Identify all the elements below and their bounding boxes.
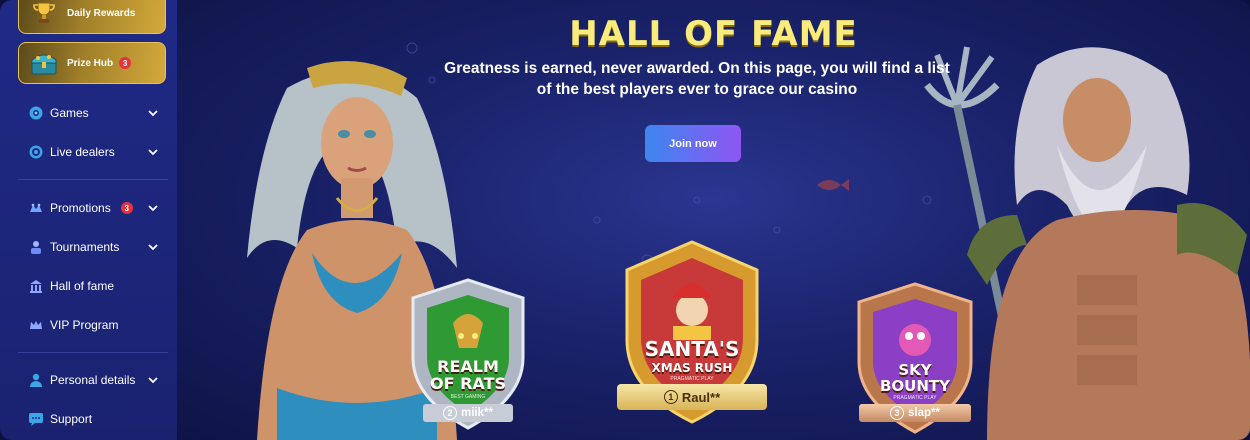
podium-third-place[interactable]: SKY BOUNTY PRAGMATIC PLAY 3 slap** [849,282,981,440]
tournaments-icon [28,239,44,255]
support-icon [28,411,44,427]
daily-rewards-card[interactable]: Daily Rewards [18,0,166,34]
sidebar-item-label: VIP Program [50,318,119,332]
chevron-down-icon[interactable] [146,240,160,254]
hall-of-fame-icon [28,278,44,294]
sidebar-item-hall-of-fame[interactable]: Hall of fame [28,275,160,297]
sidebar-item-label: Promotions [50,201,111,215]
prize-hub-label: Prize Hub [67,57,114,69]
player-name: miik** [461,407,493,419]
rank-number: 2 [443,406,458,420]
promotions-icon [28,200,44,216]
chevron-down-icon[interactable] [146,373,160,387]
game-provider: PRAGMATIC PLAY [670,376,714,382]
chevron-down-icon[interactable] [146,201,160,215]
sidebar-item-games[interactable]: Games [28,102,160,124]
winner-ribbon: 1 Raul** [617,384,767,410]
sidebar-divider [18,352,168,353]
sidebar-item-promotions[interactable]: Promotions 3 [28,197,160,219]
sidebar-item-support[interactable]: Support [28,408,160,430]
player-name: Raul** [681,389,721,405]
page-title: HALL OF FAME [569,14,858,54]
prize-hub-badge: 3 [119,57,132,69]
game-title: REALM OF RATS [430,357,506,393]
sidebar-item-personal-details[interactable]: Personal details [28,369,160,391]
sidebar-item-label: Support [50,412,93,426]
join-now-button[interactable]: Join now [645,125,741,162]
hall-of-fame-banner: HALL OF FAME Greatness is earned, never … [177,0,1250,440]
chevron-down-icon[interactable] [146,106,160,120]
sidebar-divider [18,179,168,180]
winner-ribbon: 3 slap** [859,404,971,422]
promotions-badge: 3 [120,202,133,214]
sidebar-item-label: Tournaments [50,240,120,254]
page-subtitle: Greatness is earned, never awarded. On t… [444,60,950,98]
player-name: slap** [908,407,940,419]
sidebar-item-tournaments[interactable]: Tournaments [28,236,160,258]
sidebar-item-vip-program[interactable]: VIP Program [28,314,160,336]
prize-hub-card[interactable]: Prize Hub 3 [18,42,166,84]
live-dealers-icon [28,144,44,160]
user-icon [28,372,44,388]
game-provider: PRAGMATIC PLAY [893,395,937,401]
podium-second-place[interactable]: REALM OF RATS BEST GAMING 2 miik** [403,278,533,440]
crown-icon [28,317,44,333]
games-icon [28,105,44,121]
sidebar-item-label: Games [50,106,89,120]
sidebar: Daily Rewards Prize Hub 3 Games Live dea… [0,0,177,440]
rank-number: 1 [663,390,678,404]
sidebar-item-live-dealers[interactable]: Live dealers [28,141,160,163]
sidebar-item-label: Live dealers [50,145,115,159]
game-title: SANTA'S XMAS RUSH [644,337,740,375]
winner-ribbon: 2 miik** [423,404,513,422]
trophy-icon [29,0,59,27]
chevron-down-icon[interactable] [146,145,160,159]
sidebar-item-label: Hall of fame [50,279,115,293]
rank-number: 3 [890,406,905,420]
podium-first-place[interactable]: SANTA'S XMAS RUSH PRAGMATIC PLAY 1 Raul*… [607,240,777,430]
daily-rewards-label: Daily Rewards [67,7,136,19]
sidebar-item-label: Personal details [50,373,136,387]
game-provider: BEST GAMING [450,394,486,400]
treasure-chest-icon [29,49,59,77]
game-title: SKY BOUNTY [879,361,950,395]
